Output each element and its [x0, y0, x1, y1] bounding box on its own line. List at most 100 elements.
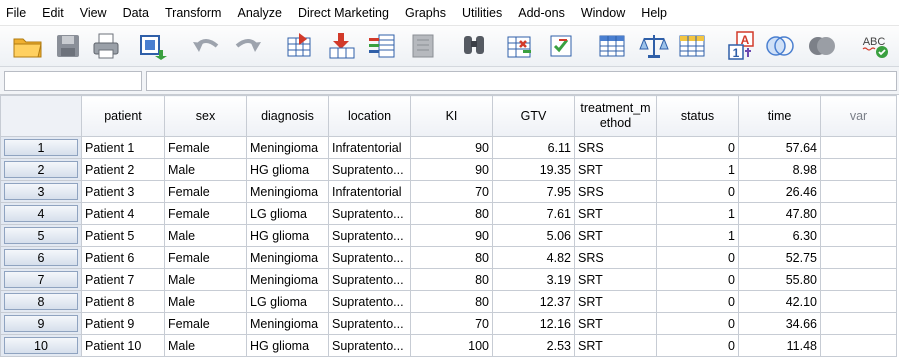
cell-gtv[interactable]: 7.95 — [492, 180, 575, 203]
cell-gtv[interactable]: 3.19 — [492, 268, 575, 291]
cell-status[interactable]: 0 — [656, 136, 739, 159]
column-header-ki[interactable]: KI — [410, 95, 493, 137]
cell-location[interactable]: Supratento... — [328, 312, 411, 335]
cell-location[interactable]: Supratento... — [328, 246, 411, 269]
cell-location[interactable]: Supratento... — [328, 158, 411, 181]
row-header[interactable]: 1 — [0, 136, 82, 159]
cell-time[interactable]: 11.48 — [738, 334, 821, 357]
row-header[interactable]: 8 — [0, 290, 82, 313]
cell-status[interactable]: 1 — [656, 158, 739, 181]
cell-sex[interactable]: Male — [164, 334, 247, 357]
show-all-variables-button[interactable] — [806, 31, 838, 61]
cell-ki[interactable]: 80 — [410, 290, 493, 313]
menu-edit[interactable]: Edit — [34, 0, 72, 26]
cell-treatment-method[interactable]: SRT — [574, 290, 657, 313]
cell-sex[interactable]: Male — [164, 158, 247, 181]
cell-time[interactable]: 42.10 — [738, 290, 821, 313]
menu-graphs[interactable]: Graphs — [397, 0, 454, 26]
cell-treatment-method[interactable]: SRT — [574, 158, 657, 181]
cell-time[interactable]: 55.80 — [738, 268, 821, 291]
cell-patient[interactable]: Patient 8 — [81, 290, 165, 313]
cell-var[interactable] — [820, 180, 897, 203]
column-header-diagnosis[interactable]: diagnosis — [246, 95, 329, 137]
cell-location[interactable]: Supratento... — [328, 268, 411, 291]
cell-location[interactable]: Infratentorial — [328, 180, 411, 203]
cell-diagnosis[interactable]: Meningioma — [246, 246, 329, 269]
column-header-sex[interactable]: sex — [164, 95, 247, 137]
run-descriptives-button[interactable] — [408, 31, 440, 61]
cell-sex[interactable]: Female — [164, 180, 247, 203]
column-header-time[interactable]: time — [738, 95, 821, 137]
cell-ki[interactable]: 90 — [410, 158, 493, 181]
cell-treatment-method[interactable]: SRT — [574, 268, 657, 291]
cell-patient[interactable]: Patient 5 — [81, 224, 165, 247]
cell-patient[interactable]: Patient 9 — [81, 312, 165, 335]
column-header-location[interactable]: location — [328, 95, 411, 137]
recall-dialogs-button[interactable] — [136, 31, 168, 61]
row-header[interactable]: 7 — [0, 268, 82, 291]
cell-time[interactable]: 57.64 — [738, 136, 821, 159]
cell-sex[interactable]: Female — [164, 202, 247, 225]
goto-case-button[interactable] — [284, 31, 316, 61]
cell-ki[interactable]: 80 — [410, 246, 493, 269]
cell-sex[interactable]: Female — [164, 246, 247, 269]
cell-ki[interactable]: 70 — [410, 312, 493, 335]
grid-corner[interactable] — [0, 95, 82, 137]
cell-var[interactable] — [820, 224, 897, 247]
column-header-gtv[interactable]: GTV — [492, 95, 575, 137]
value-labels-button[interactable]: A1 — [726, 31, 758, 61]
row-header[interactable]: 9 — [0, 312, 82, 335]
cell-diagnosis[interactable]: HG glioma — [246, 158, 329, 181]
cell-diagnosis[interactable]: HG glioma — [246, 224, 329, 247]
cell-var[interactable] — [820, 334, 897, 357]
cell-status[interactable]: 0 — [656, 246, 739, 269]
cell-gtv[interactable]: 7.61 — [492, 202, 575, 225]
cell-status[interactable]: 0 — [656, 312, 739, 335]
cell-var[interactable] — [820, 136, 897, 159]
column-header-patient[interactable]: patient — [81, 95, 165, 137]
cell-location[interactable]: Supratento... — [328, 290, 411, 313]
insert-cases-button[interactable] — [504, 31, 536, 61]
cell-gtv[interactable]: 6.11 — [492, 136, 575, 159]
cell-patient[interactable]: Patient 4 — [81, 202, 165, 225]
cell-location[interactable]: Supratento... — [328, 224, 411, 247]
cell-sex[interactable]: Male — [164, 290, 247, 313]
cell-time[interactable]: 34.66 — [738, 312, 821, 335]
cell-sex[interactable]: Male — [164, 224, 247, 247]
cell-treatment-method[interactable]: SRS — [574, 180, 657, 203]
cell-ki[interactable]: 80 — [410, 202, 493, 225]
spell-check-button[interactable]: ABC — [860, 31, 892, 61]
cell-ki[interactable]: 100 — [410, 334, 493, 357]
weight-cases-button[interactable] — [638, 31, 670, 61]
cell-location[interactable]: Supratento... — [328, 334, 411, 357]
cell-gtv[interactable]: 5.06 — [492, 224, 575, 247]
cell-patient[interactable]: Patient 2 — [81, 158, 165, 181]
cell-gtv[interactable]: 19.35 — [492, 158, 575, 181]
cell-treatment-method[interactable]: SRS — [574, 136, 657, 159]
row-header[interactable]: 5 — [0, 224, 82, 247]
cell-ki[interactable]: 70 — [410, 180, 493, 203]
redo-button[interactable] — [232, 31, 264, 61]
use-variable-sets-button[interactable] — [764, 31, 796, 61]
cell-var[interactable] — [820, 312, 897, 335]
cell-patient[interactable]: Patient 1 — [81, 136, 165, 159]
menu-utilities[interactable]: Utilities — [454, 0, 510, 26]
cell-gtv[interactable]: 12.16 — [492, 312, 575, 335]
cell-patient[interactable]: Patient 7 — [81, 268, 165, 291]
cell-status[interactable]: 0 — [656, 180, 739, 203]
cell-time[interactable]: 8.98 — [738, 158, 821, 181]
menu-window[interactable]: Window — [573, 0, 633, 26]
cell-location[interactable]: Infratentorial — [328, 136, 411, 159]
cell-treatment-method[interactable]: SRT — [574, 202, 657, 225]
cell-diagnosis[interactable]: HG glioma — [246, 334, 329, 357]
cell-time[interactable]: 26.46 — [738, 180, 821, 203]
column-header-var[interactable]: var — [820, 95, 897, 137]
cell-diagnosis[interactable]: Meningioma — [246, 136, 329, 159]
cell-time[interactable]: 47.80 — [738, 202, 821, 225]
row-header[interactable]: 10 — [0, 334, 82, 357]
cell-var[interactable] — [820, 246, 897, 269]
cell-treatment-method[interactable]: SRT — [574, 334, 657, 357]
row-header[interactable]: 4 — [0, 202, 82, 225]
cell-var[interactable] — [820, 158, 897, 181]
split-file-button[interactable] — [596, 31, 628, 61]
